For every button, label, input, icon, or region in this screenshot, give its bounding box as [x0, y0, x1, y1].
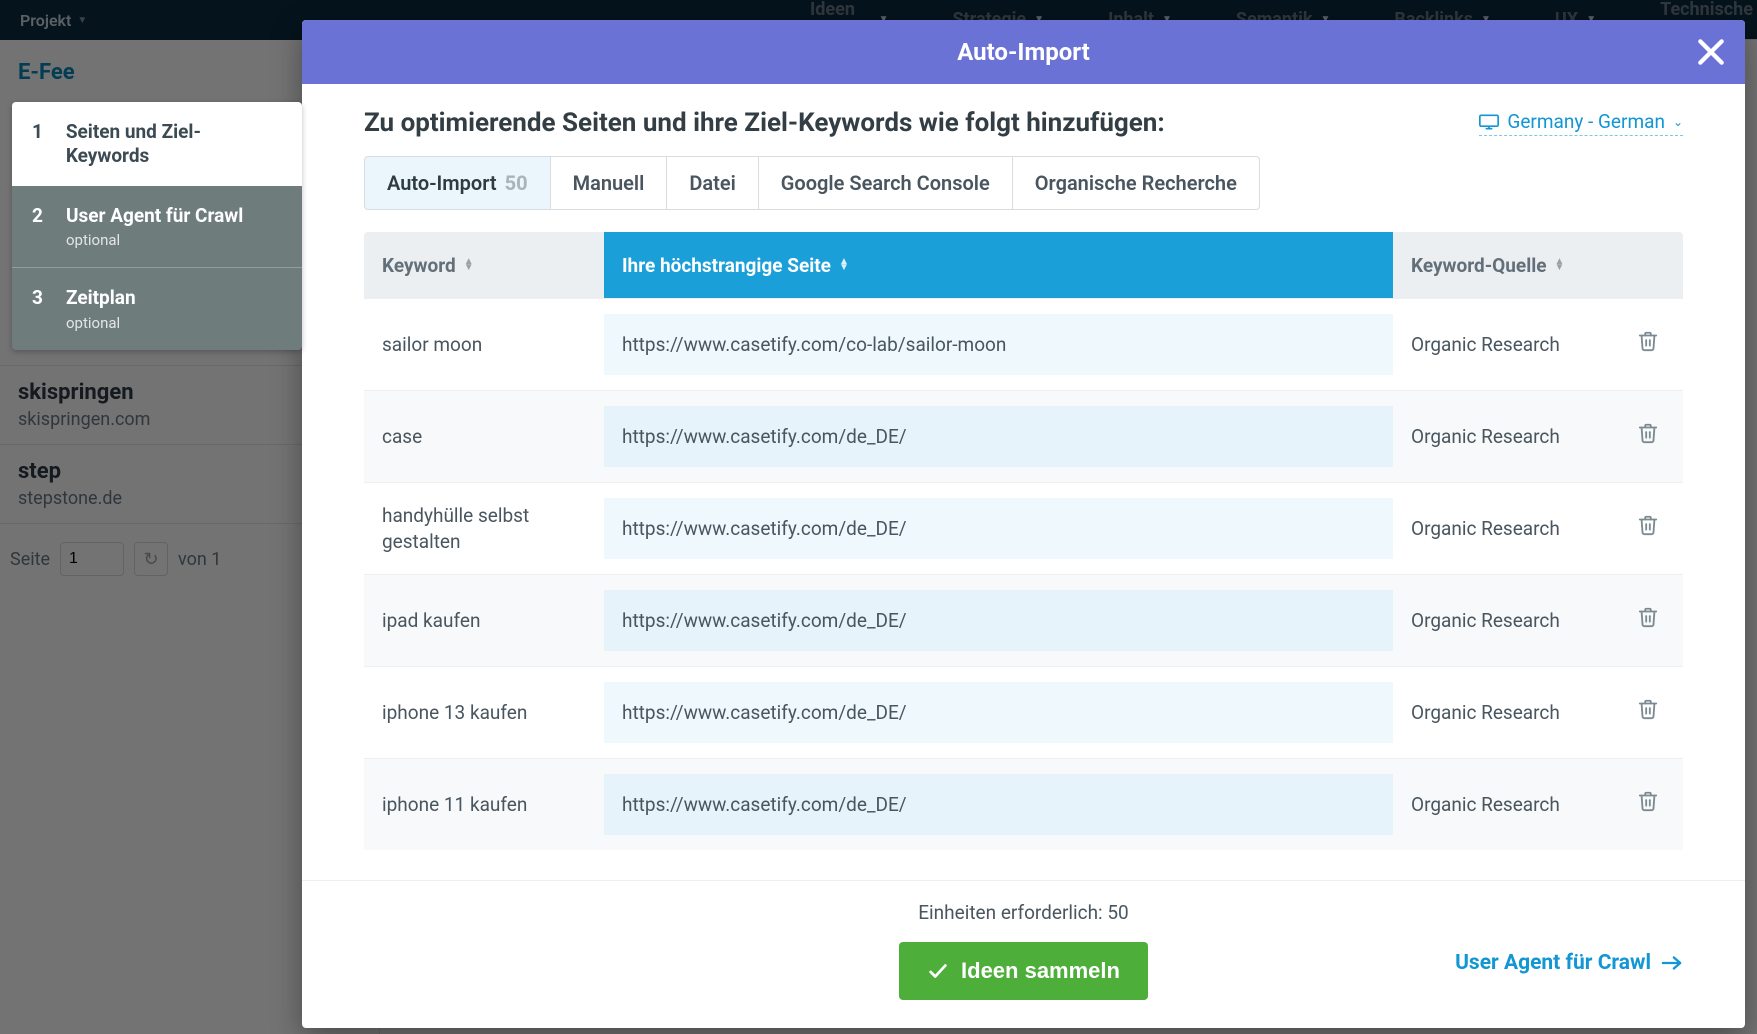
units-required-label: Einheiten erforderlich: 50	[918, 901, 1128, 924]
arrow-right-icon	[1661, 954, 1683, 972]
modal-footer: Einheiten erforderlich: 50 Ideen sammeln…	[302, 880, 1745, 1028]
cell-keyword: case	[364, 406, 604, 468]
cell-keyword: iphone 11 kaufen	[364, 774, 604, 836]
cell-source: Organic Research	[1393, 682, 1613, 744]
modal-header: Auto-Import	[302, 20, 1745, 84]
collect-ideas-button[interactable]: Ideen sammeln	[899, 942, 1148, 1000]
cell-source: Organic Research	[1393, 314, 1613, 376]
cell-page-url: https://www.casetify.com/de_DE/	[604, 406, 1393, 468]
table-row: ipad kaufenhttps://www.casetify.com/de_D…	[364, 574, 1683, 666]
next-step-link[interactable]: User Agent für Crawl	[1455, 951, 1683, 975]
cell-source: Organic Research	[1393, 590, 1613, 652]
cell-keyword: ipad kaufen	[364, 590, 604, 652]
col-keyword[interactable]: Keyword ▲▼	[364, 232, 604, 298]
delete-row-button[interactable]	[1613, 312, 1683, 377]
trash-icon	[1637, 794, 1659, 817]
cell-source: Organic Research	[1393, 774, 1613, 836]
table-row: iphone 13 kaufenhttps://www.casetify.com…	[364, 666, 1683, 758]
col-top-page[interactable]: Ihre höchstrangige Seite ▲▼	[604, 232, 1393, 298]
sort-icon: ▲▼	[464, 259, 474, 271]
trash-icon	[1637, 426, 1659, 449]
table-body[interactable]: sailor moonhttps://www.casetify.com/co-l…	[364, 298, 1683, 870]
sort-icon: ▲▼	[839, 259, 849, 271]
delete-row-button[interactable]	[1613, 680, 1683, 745]
tab-organic-research[interactable]: Organische Recherche	[1013, 156, 1260, 210]
trash-icon	[1637, 334, 1659, 357]
cell-page-url: https://www.casetify.com/de_DE/	[604, 682, 1393, 744]
cell-source: Organic Research	[1393, 498, 1613, 560]
cell-keyword: sailor moon	[364, 314, 604, 376]
close-icon[interactable]	[1695, 36, 1727, 68]
desktop-icon	[1479, 114, 1499, 130]
cell-page-url: https://www.casetify.com/co-lab/sailor-m…	[604, 314, 1393, 376]
cell-page-url: https://www.casetify.com/de_DE/	[604, 498, 1393, 560]
region-label: Germany - German	[1507, 110, 1665, 133]
trash-icon	[1637, 518, 1659, 541]
delete-row-button[interactable]	[1613, 496, 1683, 561]
cell-source: Organic Research	[1393, 406, 1613, 468]
trash-icon	[1637, 702, 1659, 725]
modal-title: Auto-Import	[957, 38, 1090, 66]
table-row: sailor moonhttps://www.casetify.com/co-l…	[364, 298, 1683, 390]
modal-heading: Zu optimierende Seiten und ihre Ziel-Key…	[364, 108, 1165, 138]
tab-auto-import[interactable]: Auto-Import50	[364, 156, 551, 210]
table-row: iphone 11 kaufenhttps://www.casetify.com…	[364, 758, 1683, 850]
wizard-step-schedule[interactable]: 3 Zeitplan optional	[12, 267, 302, 350]
tab-manual[interactable]: Manuell	[551, 156, 668, 210]
delete-row-button[interactable]	[1613, 772, 1683, 837]
wizard-steps: 1 Seiten und Ziel-Keywords 2 User Agent …	[12, 102, 302, 350]
wizard-step-pages-keywords[interactable]: 1 Seiten und Ziel-Keywords	[12, 102, 302, 186]
cell-page-url: https://www.casetify.com/de_DE/	[604, 590, 1393, 652]
wizard-step-user-agent[interactable]: 2 User Agent für Crawl optional	[12, 186, 302, 268]
delete-row-button[interactable]	[1613, 588, 1683, 653]
check-icon	[927, 960, 949, 982]
auto-import-modal: Auto-Import Zu optimierende Seiten und i…	[302, 20, 1745, 1028]
cell-page-url: https://www.casetify.com/de_DE/	[604, 774, 1393, 836]
region-selector[interactable]: Germany - German ⌄	[1479, 110, 1683, 136]
chevron-down-icon: ⌄	[1673, 115, 1683, 129]
table-row: casehttps://www.casetify.com/de_DE/Organ…	[364, 390, 1683, 482]
table-header: Keyword ▲▼ Ihre höchstrangige Seite ▲▼ K…	[364, 232, 1683, 298]
cell-keyword: iphone 13 kaufen	[364, 682, 604, 744]
import-source-tabs: Auto-Import50 Manuell Datei Google Searc…	[364, 156, 1683, 210]
keywords-table: Keyword ▲▼ Ihre höchstrangige Seite ▲▼ K…	[364, 232, 1683, 870]
table-row: handyhülle selbst gestaltenhttps://www.c…	[364, 482, 1683, 574]
delete-row-button[interactable]	[1613, 404, 1683, 469]
col-keyword-source[interactable]: Keyword-Quelle ▲▼	[1393, 232, 1683, 298]
sort-icon: ▲▼	[1555, 259, 1565, 271]
tab-file[interactable]: Datei	[667, 156, 758, 210]
cell-keyword: handyhülle selbst gestalten	[364, 485, 604, 572]
tab-gsc[interactable]: Google Search Console	[759, 156, 1013, 210]
trash-icon	[1637, 610, 1659, 633]
